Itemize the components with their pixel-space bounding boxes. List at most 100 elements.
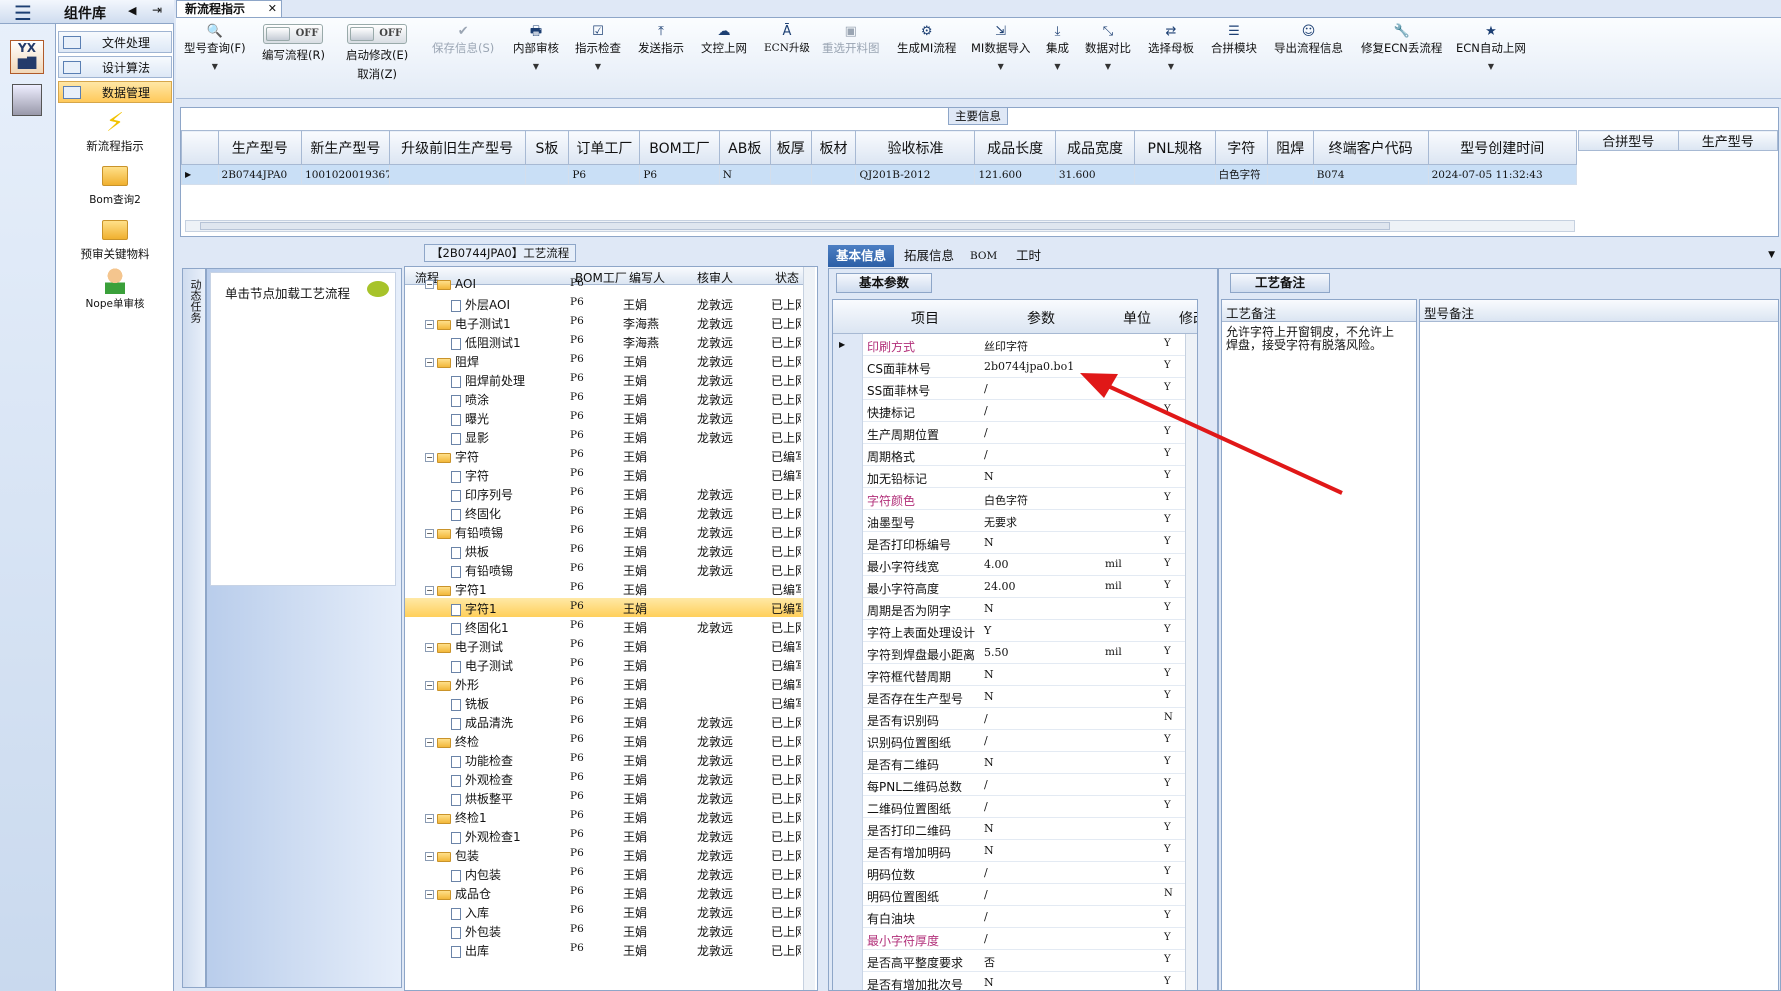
tree-node[interactable]: 铣板 xyxy=(451,695,489,712)
param-cell-value[interactable]: / xyxy=(984,404,988,417)
nav-item-data[interactable]: 数据管理 xyxy=(58,81,172,103)
tree-node[interactable]: 外观检查 xyxy=(451,771,513,788)
main-info-cell[interactable]: B074 xyxy=(1312,164,1429,185)
close-icon[interactable]: ✕ xyxy=(268,1,277,17)
param-row[interactable]: CS面菲林号 2b0744jpa0.bo1 Y xyxy=(833,356,1197,378)
param-cell-value[interactable]: / xyxy=(984,800,988,813)
main-info-col-header[interactable]: AB板 xyxy=(718,130,771,165)
param-row[interactable]: 字符到焊盘最小距离 5.50 mil Y xyxy=(833,642,1197,664)
main-info-col-header[interactable]: 板厚 xyxy=(769,130,812,165)
param-cell-value[interactable]: / xyxy=(984,888,988,901)
param-cell-value[interactable]: / xyxy=(984,448,988,461)
main-info-col-header[interactable]: PNL规格 xyxy=(1134,130,1216,165)
row-header-cell[interactable] xyxy=(833,906,863,928)
tree-node[interactable]: − 电子测试1 xyxy=(425,315,511,332)
param-cell-value[interactable]: N xyxy=(984,844,994,857)
process-tree-row[interactable]: 显影 P6 王娟 龙敦远 已上网 xyxy=(405,427,815,446)
doc-control-online-button[interactable]: ☁ 文控上网 xyxy=(701,24,747,56)
dropdown-arrow-icon[interactable]: ▼ xyxy=(184,62,246,71)
param-row[interactable]: 每PNL二维码总数 / Y xyxy=(833,774,1197,796)
process-tree-row[interactable]: 出库 P6 王娟 龙敦远 已上网 xyxy=(405,940,815,959)
collapse-icon[interactable]: − xyxy=(425,358,434,367)
param-cell-value[interactable]: 丝印字符 xyxy=(984,338,1028,354)
param-row[interactable]: 字符框代替周期 N Y xyxy=(833,664,1197,686)
tree-node[interactable]: 字符 xyxy=(451,467,489,484)
collapse-icon[interactable]: − xyxy=(425,852,434,861)
write-process-toggle[interactable]: OFF 编写流程(R) xyxy=(262,24,325,66)
row-header-cell[interactable] xyxy=(833,466,863,488)
param-cell-value[interactable]: 4.00 xyxy=(984,558,1009,571)
select-mother-board-button[interactable]: ⇄ 选择母板 ▼ xyxy=(1148,24,1194,71)
row-header-cell[interactable] xyxy=(833,400,863,422)
row-header-cell[interactable] xyxy=(833,642,863,664)
tree-node[interactable]: 烘板整平 xyxy=(451,790,513,807)
tree-node[interactable]: 有铅喷锡 xyxy=(451,562,513,579)
process-tree-row[interactable]: 终固化 P6 王娟 龙敦远 已上网 xyxy=(405,503,815,522)
export-process-info-button[interactable]: ☺ 导出流程信息 xyxy=(1274,24,1343,56)
nav-item-file[interactable]: 文件处理 xyxy=(58,31,172,53)
launcher-nope-review[interactable]: Nope单审核 xyxy=(56,268,174,311)
collapse-icon[interactable]: − xyxy=(425,453,434,462)
start-modify-toggle[interactable]: OFF 启动修改(E) 取消(Z) xyxy=(346,24,408,82)
tree-node[interactable]: − 阻焊 xyxy=(425,353,479,370)
launcher-pre-review[interactable]: 预审关键物料 xyxy=(56,220,174,262)
param-cell-value[interactable]: N xyxy=(984,668,994,681)
row-header-cell[interactable] xyxy=(833,730,863,752)
main-info-col-header[interactable]: 阻焊 xyxy=(1266,130,1314,165)
internal-review-button[interactable]: 🖶 内部审核 ▼ xyxy=(513,24,559,71)
reselect-cut-drawing-button[interactable]: ▣ 重选开料图 xyxy=(822,24,880,56)
tree-node[interactable]: 电子测试 xyxy=(451,657,513,674)
collapse-icon[interactable]: − xyxy=(425,890,434,899)
process-tree-row[interactable]: 烘板 P6 王娟 龙敦远 已上网 xyxy=(405,541,815,560)
row-header-cell[interactable] xyxy=(833,576,863,598)
corner-cell[interactable] xyxy=(181,130,219,165)
header-modify[interactable]: 修改 xyxy=(1179,308,1197,328)
param-row[interactable]: 最小字符线宽 4.00 mil Y xyxy=(833,554,1197,576)
toggle-switch[interactable]: OFF xyxy=(263,24,324,44)
param-row[interactable]: 是否有增加明码 N Y xyxy=(833,840,1197,862)
param-cell-value[interactable]: N xyxy=(984,976,994,989)
tree-node[interactable]: 外观检查1 xyxy=(451,828,521,845)
main-info-cell[interactable] xyxy=(524,164,570,185)
tree-node[interactable]: 曝光 xyxy=(451,410,489,427)
launcher-bom-query[interactable]: Bom查询2 xyxy=(56,166,174,207)
tree-node[interactable]: 阻焊前处理 xyxy=(451,372,525,389)
main-info-col-header[interactable]: 字符 xyxy=(1214,130,1268,165)
tree-scrollbar[interactable] xyxy=(803,267,815,990)
param-row[interactable]: 生产周期位置 / Y xyxy=(833,422,1197,444)
param-row[interactable]: 加无铅标记 N Y xyxy=(833,466,1197,488)
process-tree-row[interactable]: 字符1 P6 王娟 已编写 xyxy=(405,598,815,617)
tree-node[interactable]: 功能检查 xyxy=(451,752,513,769)
param-row[interactable]: ▶ 印刷方式 丝印字符 Y xyxy=(833,334,1197,356)
header-item[interactable]: 项目 xyxy=(911,308,939,328)
param-row[interactable]: 是否高平整度要求 否 Y xyxy=(833,950,1197,972)
process-tree-row[interactable]: 铣板 P6 王娟 已编写 xyxy=(405,693,815,712)
instruction-check-button[interactable]: ☑ 指示检查 ▼ xyxy=(575,24,621,71)
param-cell-value[interactable]: 白色字符 xyxy=(984,492,1028,508)
param-row[interactable]: 有白油块 / Y xyxy=(833,906,1197,928)
strip-app-icon[interactable]: YX ▆▇ xyxy=(10,40,44,74)
param-cell-value[interactable]: / xyxy=(984,778,988,791)
main-info-cell[interactable]: 31.600 xyxy=(1054,164,1136,185)
process-tree-row[interactable]: 入库 P6 王娟 龙敦远 已上网 xyxy=(405,902,815,921)
process-tree-row[interactable]: − 终检1 P6 王娟 龙敦远 已上网 xyxy=(405,807,815,826)
process-tree-row[interactable]: 内包装 P6 王娟 龙敦远 已上网 xyxy=(405,864,815,883)
main-info-col-header[interactable]: BOM工厂 xyxy=(639,130,720,165)
tab-work-hours[interactable]: 工时 xyxy=(1008,245,1049,267)
collapse-icon[interactable]: − xyxy=(425,320,434,329)
main-info-col-header[interactable]: 终端客户代码 xyxy=(1312,130,1429,165)
tree-node[interactable]: 低阻测试1 xyxy=(451,334,521,351)
param-row[interactable]: 二维码位置图纸 / Y xyxy=(833,796,1197,818)
param-row[interactable]: 快捷标记 / Y xyxy=(833,400,1197,422)
row-header-cell[interactable] xyxy=(833,774,863,796)
row-header-cell[interactable] xyxy=(833,488,863,510)
collapse-icon[interactable]: − xyxy=(425,529,434,538)
dropdown-arrow-icon[interactable]: ▼ xyxy=(1148,62,1194,71)
tree-node[interactable]: − 电子测试 xyxy=(425,638,503,655)
row-header-cell[interactable] xyxy=(833,664,863,686)
row-header-cell[interactable] xyxy=(833,972,863,990)
main-info-cell[interactable]: P6 xyxy=(639,164,720,185)
param-row[interactable]: 周期是否为阴字 N Y xyxy=(833,598,1197,620)
param-cell-value[interactable]: N xyxy=(984,822,994,835)
param-cell-value[interactable]: Y xyxy=(984,624,991,637)
